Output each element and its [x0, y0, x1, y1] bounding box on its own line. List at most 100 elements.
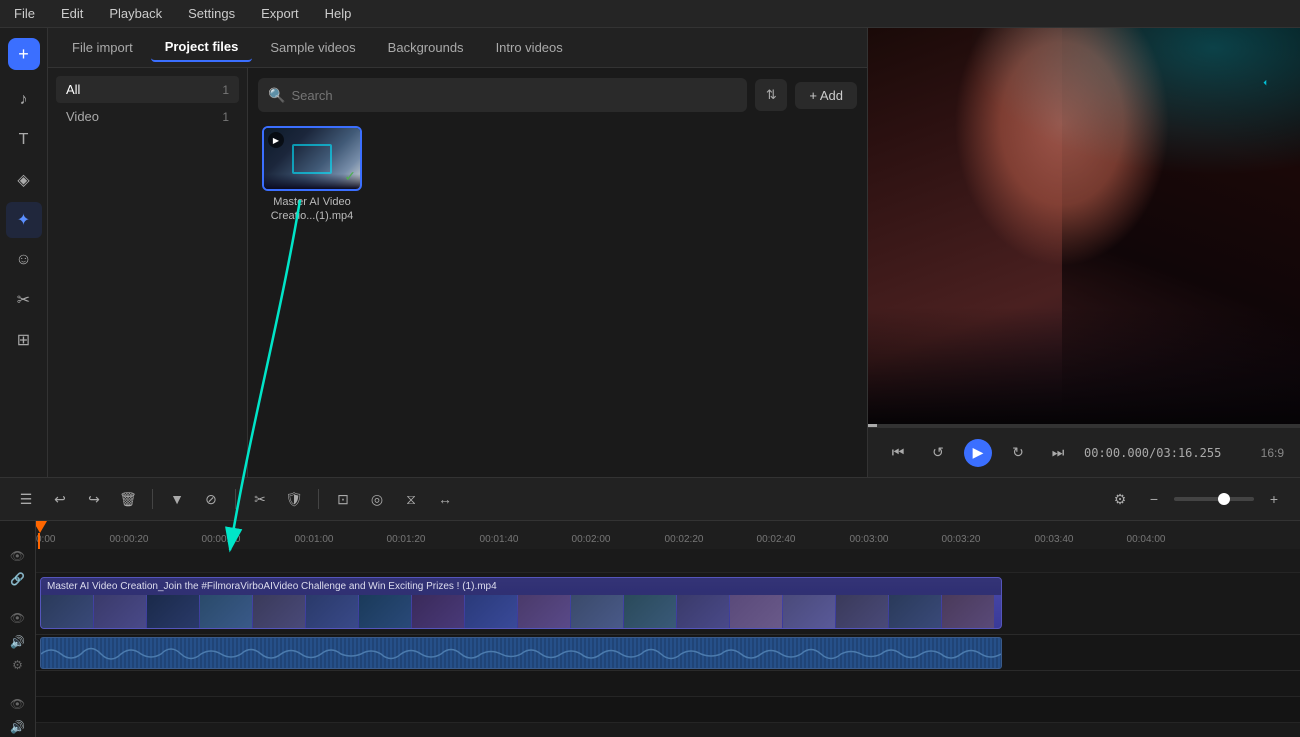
add-button[interactable]: +: [8, 38, 40, 70]
zoom-in-btn[interactable]: +: [1260, 485, 1288, 513]
razor-tool-btn[interactable]: ⊘: [197, 485, 225, 513]
forward-button[interactable]: ↻: [1004, 439, 1032, 467]
audio-clip[interactable]: [40, 637, 1002, 669]
timeline-main: 00:00:00 00:00:20 00:00:40 00:01:00 00:0…: [36, 521, 1300, 737]
sort-button[interactable]: ⇅: [755, 79, 787, 111]
ruler-label-3: 00:01:00: [295, 534, 334, 545]
tab-file-import[interactable]: File import: [58, 34, 147, 61]
zoom-out-btn[interactable]: −: [1140, 485, 1168, 513]
track-vol2-btn[interactable]: 🔊: [7, 718, 29, 737]
transform-btn[interactable]: ↔: [431, 485, 459, 513]
divider1: [152, 489, 153, 509]
video-clip[interactable]: Master AI Video Creation_Join the #Filmo…: [40, 577, 1002, 629]
track-eye-btn[interactable]: 👁: [7, 546, 29, 565]
search-input-wrap[interactable]: 🔍: [258, 78, 747, 112]
video-frame: [868, 28, 1300, 427]
sidebar-effects-btn[interactable]: ◈: [6, 162, 42, 198]
sidebar-ai-btn[interactable]: ✦: [6, 202, 42, 238]
audio-track-row: [36, 635, 1300, 671]
category-video-label: Video: [66, 109, 99, 124]
selected-check-icon: ✓: [344, 168, 356, 185]
sidebar-audio-btn[interactable]: ♪: [6, 82, 42, 118]
empty-track-row: [36, 549, 1300, 573]
ruler-label-6: 00:02:00: [572, 534, 611, 545]
playhead-marker[interactable]: [38, 521, 47, 549]
timeline-ruler: 00:00:00 00:00:20 00:00:40 00:01:00 00:0…: [36, 521, 1300, 549]
track-eye2-btn[interactable]: 👁: [7, 609, 29, 628]
skip-start-button[interactable]: ⏮: [884, 439, 912, 467]
main-layout: + ♪ T ◈ ✦ ☺ ✂ ⊞ File import Project file…: [0, 28, 1300, 477]
add-media-button[interactable]: + Add: [795, 82, 857, 109]
timeline-toolbar: ☰ ↩ ↪ 🗑 ▼ ⊘ ✂ 🛡 ⊡ ◎ ⧖ ↔ ⚙ − +: [0, 477, 1300, 521]
sidebar-stickers-btn[interactable]: ☺: [6, 242, 42, 278]
delete-button[interactable]: 🗑: [114, 485, 142, 513]
shield-btn[interactable]: 🛡: [280, 485, 308, 513]
text-icon: T: [19, 131, 29, 149]
timeline-content: 👁 🔗 👁 🔊 ⚙ 👁 🔊 00:00:00 00:00:20 00:00:40…: [0, 521, 1300, 737]
sidebar-grid-btn[interactable]: ⊞: [6, 322, 42, 358]
sidebar-text-btn[interactable]: T: [6, 122, 42, 158]
cut-button[interactable]: ✂: [246, 485, 274, 513]
content-panel: File import Project files Sample videos …: [48, 28, 868, 477]
audio-icon: ♪: [20, 91, 28, 109]
redo-button[interactable]: ↪: [80, 485, 108, 513]
search-bar: 🔍 ⇅ + Add: [258, 78, 857, 112]
aspect-ratio-display: 16:9: [1261, 446, 1284, 460]
clip-filename: Master AI Video Creation_Join the #Filmo…: [41, 578, 1001, 595]
ruler-label-8: 00:02:40: [757, 534, 796, 545]
divider2: [235, 489, 236, 509]
zoom-controls: − +: [1140, 485, 1288, 513]
media-item-0[interactable]: ▶ ✓ Master AI Video Creatio...(1).mp4: [262, 126, 362, 224]
menu-export[interactable]: Export: [257, 4, 303, 23]
media-library: All 1 Video 1 🔍 ⇅: [48, 68, 867, 477]
media-item-name: Master AI Video Creatio...(1).mp4: [271, 195, 354, 224]
menu-settings[interactable]: Settings: [184, 4, 239, 23]
category-video[interactable]: Video 1: [56, 103, 239, 130]
menu-edit[interactable]: Edit: [57, 4, 87, 23]
crop-btn[interactable]: ⊡: [329, 485, 357, 513]
select-tool-btn[interactable]: ▼: [163, 485, 191, 513]
stickers-icon: ☺: [15, 251, 31, 269]
track-vol-btn[interactable]: 🔊: [7, 632, 29, 651]
ruler-label-4: 00:01:20: [387, 534, 426, 545]
timeline-tracks: Master AI Video Creation_Join the #Filmo…: [36, 549, 1300, 723]
ai-icon: ✦: [17, 210, 30, 230]
ruler-label-7: 00:02:20: [665, 534, 704, 545]
grid-icon: ⊞: [17, 330, 30, 350]
empty-row-1: [36, 671, 1300, 697]
category-all[interactable]: All 1: [56, 76, 239, 103]
tab-bar: File import Project files Sample videos …: [48, 28, 867, 68]
timeline-settings-btn[interactable]: ☰: [12, 485, 40, 513]
empty-row-2: [36, 697, 1300, 723]
category-all-count: 1: [222, 83, 229, 97]
add-media-label: + Add: [809, 88, 843, 103]
time-display: 00:00.000/03:16.255: [1084, 446, 1221, 460]
media-thumbnail: ▶ ✓: [262, 126, 362, 191]
tab-project-files[interactable]: Project files: [151, 33, 253, 62]
undo-button[interactable]: ↩: [46, 485, 74, 513]
tab-intro-videos[interactable]: Intro videos: [482, 34, 577, 61]
sort-icon: ⇅: [766, 87, 777, 103]
track-settings2-btn[interactable]: ⚙: [7, 655, 29, 674]
preview-panel: ⏮ ↺ ▶ ↻ ⏭ 00:00.000/03:16.255 16:9: [868, 28, 1300, 477]
ai-tools-btn[interactable]: ⚙: [1106, 485, 1134, 513]
media-grid-area: 🔍 ⇅ + Add: [248, 68, 867, 477]
tab-sample-videos[interactable]: Sample videos: [256, 34, 369, 61]
ruler-label-10: 00:03:20: [942, 534, 981, 545]
sidebar-transitions-btn[interactable]: ✂: [6, 282, 42, 318]
zoom-slider[interactable]: [1174, 497, 1254, 501]
tab-backgrounds[interactable]: Backgrounds: [374, 34, 478, 61]
skip-end-button[interactable]: ⏭: [1044, 439, 1072, 467]
color-btn[interactable]: ⧖: [397, 485, 425, 513]
search-input[interactable]: [291, 88, 737, 103]
speed-btn[interactable]: ◎: [363, 485, 391, 513]
play-button[interactable]: ▶: [964, 439, 992, 467]
menu-help[interactable]: Help: [321, 4, 356, 23]
track-eye3-btn[interactable]: 👁: [7, 695, 29, 714]
timeline-left-panel: 👁 🔗 👁 🔊 ⚙ 👁 🔊: [0, 521, 36, 737]
ruler-label-12: 00:04:00: [1127, 534, 1166, 545]
track-link-btn[interactable]: 🔗: [7, 569, 29, 588]
rewind-button[interactable]: ↺: [924, 439, 952, 467]
menu-file[interactable]: File: [10, 4, 39, 23]
menu-playback[interactable]: Playback: [105, 4, 166, 23]
